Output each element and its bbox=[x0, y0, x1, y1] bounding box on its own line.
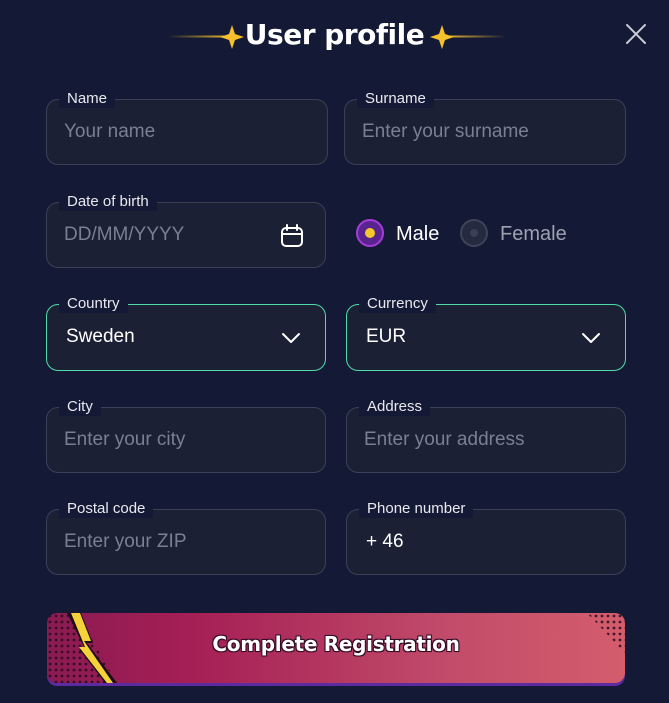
name-field[interactable]: Name bbox=[46, 90, 328, 165]
complete-registration-button[interactable]: Complete Registration bbox=[47, 613, 625, 683]
phone-number-label: Phone number bbox=[359, 500, 474, 518]
close-icon[interactable] bbox=[623, 21, 649, 47]
surname-label: Surname bbox=[357, 90, 434, 108]
phone-number-field[interactable]: Phone number + 46 bbox=[346, 500, 626, 575]
phone-number-input[interactable] bbox=[417, 528, 607, 556]
country-value: Sweden bbox=[66, 326, 135, 347]
city-input[interactable] bbox=[64, 426, 284, 454]
gender-male-label: Male bbox=[396, 223, 440, 245]
date-of-birth-field[interactable]: Date of birth bbox=[46, 193, 326, 268]
calendar-icon[interactable] bbox=[279, 223, 305, 249]
chevron-down-icon[interactable] bbox=[281, 332, 301, 344]
radio-unselected-icon bbox=[460, 219, 488, 247]
country-select[interactable]: Country Sweden bbox=[46, 295, 326, 371]
radio-selected-icon bbox=[356, 219, 384, 247]
date-of-birth-input[interactable] bbox=[64, 221, 254, 249]
currency-value: EUR bbox=[366, 326, 407, 347]
surname-field[interactable]: Surname bbox=[344, 90, 626, 165]
currency-label: Currency bbox=[359, 295, 436, 313]
chevron-down-icon[interactable] bbox=[581, 332, 601, 344]
address-input[interactable] bbox=[364, 426, 584, 454]
postal-code-field[interactable]: Postal code bbox=[46, 500, 326, 575]
postal-code-input[interactable] bbox=[64, 528, 284, 556]
city-field[interactable]: City bbox=[46, 398, 326, 473]
page-title: User profile bbox=[244, 18, 425, 51]
surname-input[interactable] bbox=[362, 118, 582, 146]
complete-registration-label: Complete Registration bbox=[212, 632, 460, 656]
header: User profile bbox=[0, 14, 669, 58]
gender-female-label: Female bbox=[500, 223, 567, 245]
phone-prefix: + 46 bbox=[366, 531, 404, 552]
city-label: City bbox=[59, 398, 101, 416]
date-of-birth-label: Date of birth bbox=[59, 193, 157, 211]
name-label: Name bbox=[59, 90, 116, 108]
postal-code-label: Postal code bbox=[59, 500, 154, 518]
sparkle-icon bbox=[430, 25, 506, 49]
name-input[interactable] bbox=[64, 118, 284, 146]
country-label: Country bbox=[59, 295, 128, 313]
currency-select[interactable]: Currency EUR bbox=[346, 295, 626, 371]
address-field[interactable]: Address bbox=[346, 398, 626, 473]
address-label: Address bbox=[359, 398, 431, 416]
